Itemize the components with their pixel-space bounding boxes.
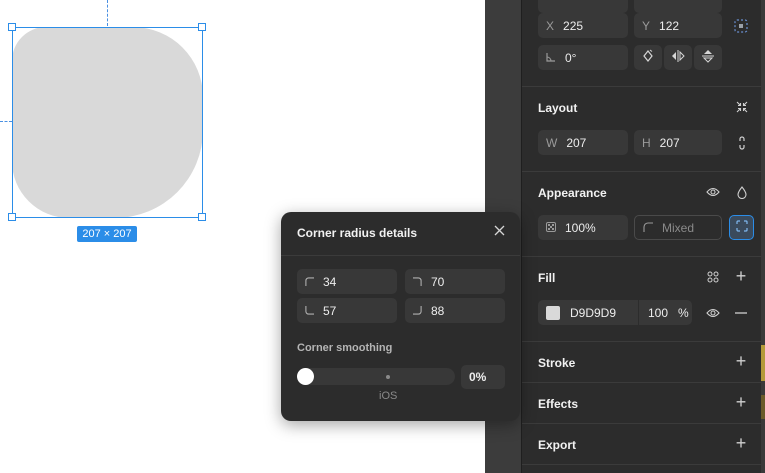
corner-top-left-icon — [305, 277, 314, 286]
angle-icon — [546, 51, 556, 65]
section-divider — [522, 423, 762, 424]
y-label: Y — [642, 18, 651, 33]
corner-radius-value: Mixed — [662, 220, 695, 235]
top-right-radius-field[interactable]: 70 — [405, 269, 505, 294]
flip-horizontal-icon — [671, 50, 685, 65]
top-right-radius-value: 70 — [431, 274, 445, 289]
corner-smoothing-label: Corner smoothing — [297, 342, 393, 354]
fill-swatch[interactable] — [546, 305, 560, 320]
slider-knob[interactable] — [297, 368, 314, 385]
effects-title: Effects — [538, 397, 579, 411]
corner-smoothing-slider[interactable] — [297, 368, 455, 385]
y-value: 122 — [659, 18, 680, 33]
rotate-icon — [642, 49, 654, 66]
flip-vertical-icon — [702, 49, 714, 66]
section-divider — [522, 464, 762, 465]
selection-box — [12, 27, 203, 218]
properties-panel: X 225 Y 122 0° Layout W 207 H 207 Appear… — [521, 0, 762, 473]
rotation-field[interactable]: 0° — [538, 45, 628, 70]
fill-percent: % — [678, 305, 689, 320]
appearance-title: Appearance — [538, 186, 607, 200]
resize-handle-top-left[interactable] — [8, 23, 16, 31]
vertical-guide — [107, 0, 108, 26]
height-field[interactable]: H 207 — [634, 130, 722, 155]
corner-smoothing-input[interactable]: 0% — [461, 365, 505, 389]
flip-vertical-button[interactable] — [694, 45, 722, 70]
bottom-right-radius-field[interactable]: 88 — [405, 298, 505, 323]
section-divider — [522, 256, 762, 257]
popover-divider — [281, 255, 520, 256]
fill-eye-icon[interactable] — [704, 304, 722, 322]
fill-opacity: 100 — [648, 305, 669, 320]
constrain-proportions-icon[interactable] — [733, 134, 751, 152]
corner-bottom-right-icon — [413, 306, 422, 315]
eye-icon[interactable] — [704, 183, 722, 201]
width-field[interactable]: W 207 — [538, 130, 628, 155]
constraints-icon[interactable] — [732, 17, 750, 35]
resize-handle-bottom-left[interactable] — [8, 213, 16, 221]
y-position-field[interactable]: Y 122 — [634, 13, 722, 38]
corner-radius-icon — [643, 221, 653, 235]
fill-title: Fill — [538, 271, 556, 285]
stroke-title: Stroke — [538, 356, 576, 370]
right-edge-strip — [761, 0, 765, 473]
popover-title: Corner radius details — [297, 226, 418, 240]
resize-handle-top-right[interactable] — [198, 23, 206, 31]
w-value: 207 — [566, 135, 587, 150]
collapse-layout-icon[interactable] — [733, 98, 751, 116]
plus-icon[interactable]: + — [732, 266, 750, 286]
ios-preset-label: iOS — [379, 390, 398, 402]
rotate-button[interactable] — [634, 45, 662, 70]
close-icon[interactable] — [491, 224, 507, 240]
opacity-icon — [546, 221, 556, 235]
size-label: 207 × 207 — [77, 226, 137, 242]
x-position-field[interactable]: X 225 — [538, 13, 628, 38]
fill-color-field[interactable]: D9D9D9 100 % — [538, 300, 692, 325]
rotation-value: 0° — [565, 50, 577, 65]
corner-radius-field[interactable]: Mixed — [634, 215, 722, 240]
flip-horizontal-button[interactable] — [664, 45, 692, 70]
section-divider — [522, 171, 762, 172]
independent-corners-icon — [735, 220, 748, 235]
x-label: X — [546, 18, 555, 33]
grid-icon[interactable] — [704, 268, 722, 286]
independent-corners-button[interactable] — [729, 215, 754, 240]
w-label: W — [546, 135, 558, 150]
clipped-field-right[interactable] — [634, 0, 722, 13]
h-value: 207 — [659, 135, 680, 150]
opacity-field[interactable]: 100% — [538, 215, 628, 240]
corner-bottom-left-icon — [305, 306, 314, 315]
corner-top-right-icon — [413, 277, 422, 286]
x-value: 225 — [563, 18, 584, 33]
top-left-radius-field[interactable]: 34 — [297, 269, 397, 294]
bottom-left-radius-field[interactable]: 57 — [297, 298, 397, 323]
add-export-icon[interactable]: + — [732, 433, 750, 453]
fill-field-divider — [638, 300, 639, 325]
add-effect-icon[interactable]: + — [732, 392, 750, 412]
section-divider — [522, 86, 762, 87]
bottom-left-radius-value: 57 — [323, 303, 337, 318]
drop-icon[interactable] — [733, 183, 751, 201]
section-divider — [522, 341, 762, 342]
opacity-value: 100% — [565, 220, 596, 235]
horizontal-guide — [0, 121, 12, 122]
bottom-right-radius-value: 88 — [431, 303, 445, 318]
section-divider — [522, 382, 762, 383]
clipped-field-left[interactable] — [538, 0, 628, 13]
edge-swatch — [761, 395, 765, 419]
top-left-radius-value: 34 — [323, 274, 337, 289]
add-stroke-icon[interactable]: + — [732, 351, 750, 371]
layout-title: Layout — [538, 101, 578, 115]
corner-radius-popover: Corner radius details 34 70 57 88 Corner… — [281, 212, 520, 421]
h-label: H — [642, 135, 651, 150]
minus-icon[interactable] — [732, 304, 750, 322]
ios-preset-tick[interactable] — [386, 375, 390, 379]
resize-handle-bottom-right[interactable] — [198, 213, 206, 221]
export-title: Export — [538, 438, 577, 452]
fill-hex: D9D9D9 — [570, 305, 617, 320]
edge-swatch — [761, 345, 765, 381]
